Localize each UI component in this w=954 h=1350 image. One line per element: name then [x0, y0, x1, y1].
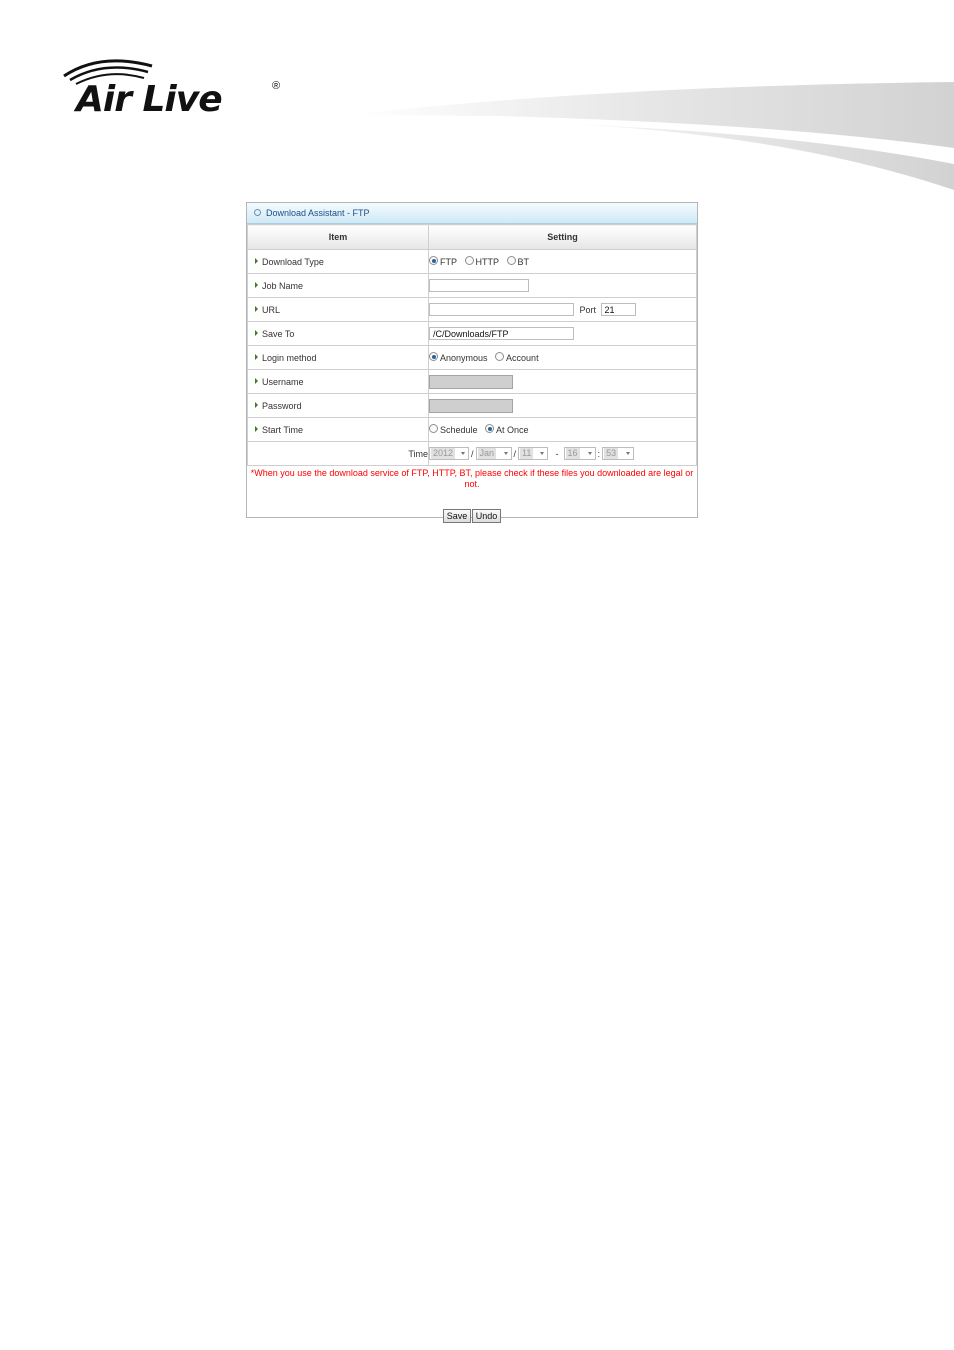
download-type-label: Download Type — [262, 256, 324, 267]
chevron-down-icon — [461, 452, 465, 455]
radio-account-label: Account — [506, 352, 539, 363]
row-arrow-icon — [255, 426, 258, 433]
username-label: Username — [262, 376, 304, 387]
radio-anonymous-label: Anonymous — [440, 352, 488, 363]
settings-table: Item Setting Download Type FTP HTTP BT J… — [247, 224, 697, 466]
radio-bt-label: BT — [517, 256, 530, 267]
row-url: URL Port 21 — [247, 297, 697, 322]
login-method-label: Login method — [262, 352, 317, 363]
row-arrow-icon — [255, 354, 258, 361]
row-arrow-icon — [255, 258, 258, 265]
radio-at-once-label: At Once — [496, 424, 529, 435]
row-login-method: Login method Anonymous Account — [247, 345, 697, 370]
row-save-to: Save To /C/Downloads/FTP — [247, 321, 697, 346]
date-time-separator: - — [555, 448, 559, 459]
legal-warning: *When you use the download service of FT… — [247, 466, 697, 490]
panel-title: Download Assistant - FTP — [266, 208, 370, 218]
radio-schedule[interactable] — [429, 424, 438, 434]
password-input[interactable] — [429, 398, 513, 413]
radio-account[interactable] — [495, 352, 505, 362]
date-separator: / — [471, 448, 474, 459]
time-label: Time — [247, 441, 429, 466]
save-to-label: Save To — [262, 328, 295, 339]
job-name-label: Job Name — [262, 280, 304, 291]
panel-bullet-icon — [254, 209, 261, 217]
day-select[interactable]: 11 — [518, 447, 549, 460]
hour-select-value: 16 — [565, 448, 580, 459]
hour-select[interactable]: 16 — [563, 447, 596, 460]
url-input[interactable] — [429, 303, 574, 316]
radio-http[interactable] — [464, 256, 474, 266]
registered-mark: ® — [272, 80, 281, 92]
radio-bt[interactable] — [506, 256, 516, 266]
radio-schedule-label: Schedule — [440, 424, 478, 435]
radio-at-once[interactable] — [485, 424, 495, 434]
airlive-logo: Air Live ® — [60, 56, 290, 120]
radio-anonymous[interactable] — [429, 352, 438, 362]
day-select-value: 11 — [520, 448, 534, 459]
row-arrow-icon — [255, 402, 258, 409]
column-header-item: Item — [247, 224, 429, 250]
logo-text: Air Live — [76, 79, 223, 120]
radio-ftp[interactable] — [429, 256, 438, 266]
row-arrow-icon — [255, 282, 258, 289]
row-job-name: Job Name — [247, 273, 697, 298]
month-select-value: Jan — [477, 448, 497, 459]
header-swoosh-decoration — [350, 82, 954, 190]
row-download-type: Download Type FTP HTTP BT — [247, 249, 697, 274]
time-separator: : — [597, 448, 601, 459]
url-label: URL — [262, 304, 281, 315]
row-arrow-icon — [255, 330, 258, 337]
radio-http-label: HTTP — [475, 256, 500, 267]
chevron-down-icon — [540, 452, 545, 455]
year-select[interactable]: 2012 — [429, 447, 469, 460]
chevron-down-icon — [626, 452, 631, 455]
column-header-setting: Setting — [428, 224, 697, 250]
row-start-time: Start Time Schedule At Once — [247, 417, 697, 442]
job-name-input[interactable] — [429, 279, 529, 292]
username-input[interactable] — [429, 374, 513, 389]
row-arrow-icon — [255, 306, 258, 313]
button-bar: Save Undo — [247, 509, 697, 523]
panel-header: Download Assistant - FTP — [247, 203, 697, 224]
date-separator: / — [513, 448, 517, 459]
chevron-down-icon — [503, 452, 508, 455]
row-password: Password — [247, 393, 697, 418]
save-button[interactable]: Save — [442, 509, 472, 523]
year-select-value: 2012 — [431, 448, 456, 459]
undo-button[interactable]: Undo — [471, 509, 502, 523]
row-arrow-icon — [255, 378, 258, 385]
password-label: Password — [262, 400, 302, 411]
chevron-down-icon — [587, 452, 592, 455]
month-select[interactable]: Jan — [475, 447, 512, 460]
port-label: Port — [579, 304, 597, 315]
legal-warning-line2: not. — [464, 479, 480, 489]
minute-select[interactable]: 53 — [602, 447, 635, 460]
table-header-row: Item Setting — [247, 224, 697, 250]
row-username: Username — [247, 369, 697, 394]
minute-select-value: 53 — [604, 448, 619, 459]
port-input[interactable]: 21 — [600, 303, 636, 316]
download-assistant-panel: Download Assistant - FTP Item Setting Do… — [246, 202, 698, 523]
row-time: Time 2012/Jan/11 -16:53 — [247, 441, 697, 466]
legal-warning-line1: *When you use the download service of FT… — [250, 468, 694, 478]
save-to-input[interactable]: /C/Downloads/FTP — [429, 327, 574, 340]
radio-ftp-label: FTP — [440, 256, 457, 267]
start-time-label: Start Time — [262, 424, 304, 435]
